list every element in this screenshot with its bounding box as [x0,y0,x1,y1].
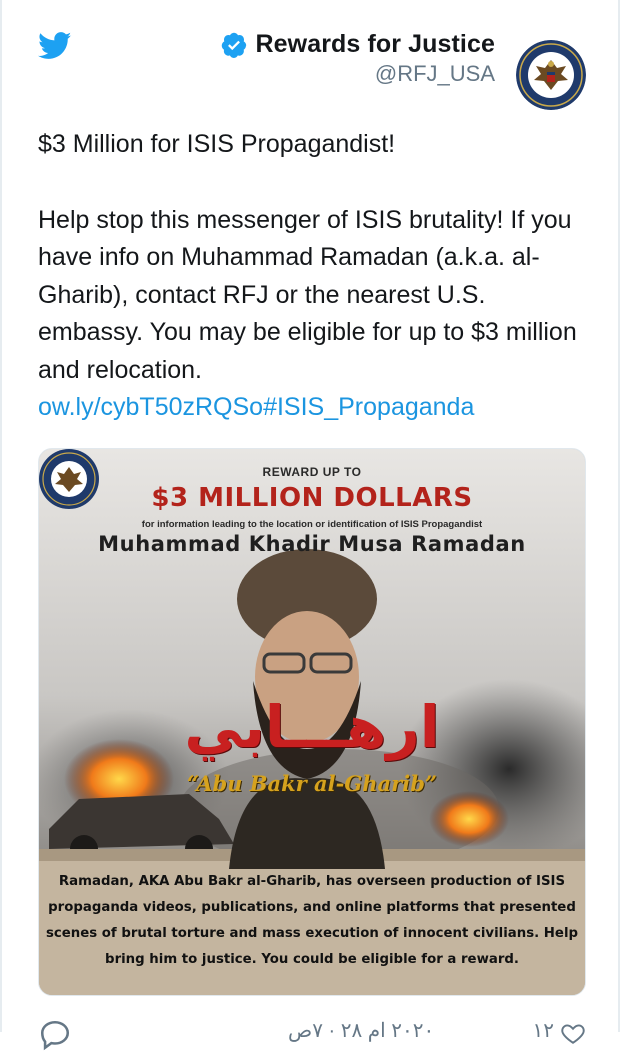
verified-badge-icon [221,32,246,58]
like-count: ١٢ [532,1020,554,1042]
poster-header: REWARD UP TO $3 MILLION DOLLARS for info… [39,449,585,556]
poster-seal-icon [39,449,99,509]
twitter-bird-icon[interactable] [38,32,72,60]
poster-paragraph: Ramadan, AKA Abu Bakr al-Gharib, has ove… [45,874,579,967]
author-display-name[interactable]: Rewards for Justice [256,30,496,59]
poster-amount: $3 MILLION DOLLARS [151,483,473,513]
avatar[interactable] [516,40,586,110]
tweet-body: Help stop this messenger of ISIS brutali… [38,205,577,384]
tweet-headline: $3 Million for ISIS Propagandist! [38,130,396,158]
tweet-link[interactable]: ow.ly/cybT50zRQSo#ISIS_Propaganda [38,393,474,421]
tweet-text: $3 Million for ISIS Propagandist! Help s… [38,126,588,427]
poster-info-line: for information leading to the location … [141,519,483,530]
poster-reward-label: REWARD UP TO [262,465,362,479]
left-border [0,0,2,1032]
tweet-actions: ٢٠٢٠ ‏ام ٢٨ ‏· ‏٧ص ١٢ [38,1014,586,1051]
poster-aka: “Abu Bakr al-Gharib” [187,771,437,796]
heart-icon[interactable] [560,1020,586,1046]
reply-icon[interactable] [38,1018,72,1052]
poster-arabic-word: ارهـــابي [184,693,440,761]
author-handle[interactable]: @RFJ_USA [220,61,495,87]
tweet-media-image[interactable]: REWARD UP TO $3 MILLION DOLLARS for info… [38,448,586,996]
poster-full-name: Muhammad Khadir Musa Ramadan [98,532,526,556]
tweet-timestamp[interactable]: ٢٠٢٠ ‏ام ٢٨ ‏· ‏٧ص [288,1018,434,1043]
state-department-seal-icon [516,40,586,110]
tweet-author[interactable]: Rewards for Justice @RFJ_USA [220,30,496,87]
